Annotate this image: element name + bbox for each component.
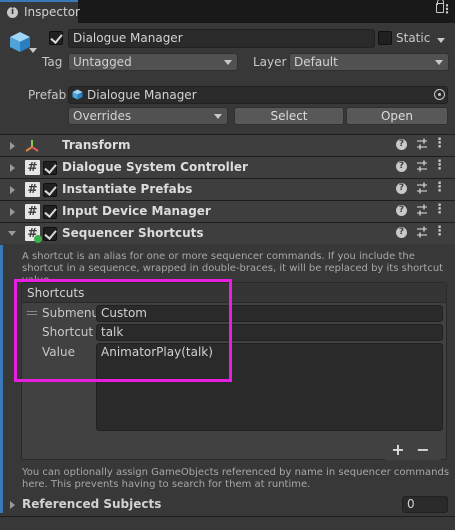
presets-sliders-icon[interactable] [416,182,428,195]
remove-element-button[interactable]: − [414,442,432,458]
component-enabled-checkbox[interactable] [43,183,57,197]
layer-value: Default [294,55,338,69]
component-title: Transform [62,138,131,152]
object-picker-icon[interactable] [434,89,445,100]
presets-sliders-icon[interactable] [416,204,428,217]
foldout-arrow-icon[interactable] [10,186,15,194]
prefab-label: Prefab [28,88,67,102]
chevron-down-icon [435,60,443,65]
component-menu-icon[interactable]: ⋮ [433,181,446,194]
referenced-subjects-label: Referenced Subjects [22,497,162,511]
component-instantiate-prefabs[interactable]: # Instantiate Prefabs ? ⋮ [0,178,455,200]
overrides-label: Overrides [73,109,132,123]
component-menu-icon[interactable]: ⋮ [433,159,446,172]
component-dialogue-system-controller[interactable]: # Dialogue System Controller ? ⋮ [0,156,455,178]
component-input-device-manager[interactable]: # Input Device Manager ? ⋮ [0,200,455,222]
prefab-cube-icon [72,89,83,100]
component-transform[interactable]: Transform ? ⋮ [0,134,455,156]
chevron-down-icon [224,60,232,65]
foldout-arrow-icon[interactable] [10,208,15,216]
foldout-arrow-icon[interactable] [8,231,16,236]
info-icon: i [7,7,18,18]
layer-label: Layer [253,55,287,69]
gear-badge-icon [34,235,42,243]
component-enabled-checkbox[interactable] [43,161,57,175]
tag-label: Tag [42,55,63,69]
script-icon: # [25,204,40,219]
presets-sliders-icon[interactable] [416,226,428,239]
static-checkbox[interactable] [378,31,392,45]
inspector-tab[interactable]: i Inspector [0,0,80,23]
highlight-box [14,279,232,382]
referenced-subjects-size-field[interactable]: 0 [402,496,448,513]
static-label: Static [396,31,431,45]
component-enabled-checkbox[interactable] [43,227,57,241]
component-enabled-checkbox[interactable] [43,205,57,219]
script-icon: # [25,182,40,197]
component-title: Sequencer Shortcuts [62,226,204,240]
tag-value: Untagged [73,55,132,69]
overrides-dropdown[interactable]: Overrides [68,107,228,125]
foldout-arrow-icon[interactable] [10,501,15,509]
component-title: Input Device Manager [62,204,211,218]
help-icon[interactable]: ? [396,161,407,172]
presets-sliders-icon[interactable] [416,138,428,151]
help-icon[interactable]: ? [396,227,407,238]
add-element-button[interactable]: + [389,442,407,458]
object-name-field[interactable]: Dialogue Manager [68,29,375,48]
inspector-tab-label: Inspector [24,5,80,19]
layer-dropdown[interactable]: Default [289,53,449,71]
component-menu-icon[interactable]: ⋮ [433,137,446,150]
component-menu-icon[interactable]: ⋮ [433,225,446,238]
tag-dropdown[interactable]: Untagged [68,53,238,71]
bottom-divider [0,516,455,517]
selected-component-bar [0,245,3,513]
referenced-subjects-info: You can optionally assign GameObjects re… [22,467,450,490]
help-icon[interactable]: ? [396,139,407,150]
foldout-arrow-icon[interactable] [10,164,15,172]
prefab-field[interactable]: Dialogue Manager [68,86,448,104]
help-icon[interactable]: ? [396,183,407,194]
component-menu-icon[interactable]: ⋮ [433,203,446,216]
select-button[interactable]: Select [234,107,344,125]
component-title: Dialogue System Controller [62,160,248,174]
referenced-subjects-row[interactable]: Referenced Subjects 0 [0,493,455,515]
help-icon[interactable]: ? [396,205,407,216]
static-dropdown-arrow-icon[interactable] [437,38,445,43]
prefab-value: Dialogue Manager [87,88,197,102]
gameobject-cube-icon [10,32,30,52]
open-button[interactable]: Open [346,107,448,125]
foldout-arrow-icon[interactable] [10,142,15,150]
chevron-down-icon [214,114,222,119]
script-icon: # [25,160,40,175]
component-sequencer-shortcuts[interactable]: # Sequencer Shortcuts ? ⋮ [0,222,455,244]
icon-picker-caret-icon[interactable] [29,48,37,53]
active-checkbox[interactable] [49,31,63,45]
component-title: Instantiate Prefabs [62,182,193,196]
transform-axes-icon [25,140,39,152]
presets-sliders-icon[interactable] [416,160,428,173]
tab-menu-icon[interactable]: ⋮ [441,3,453,15]
